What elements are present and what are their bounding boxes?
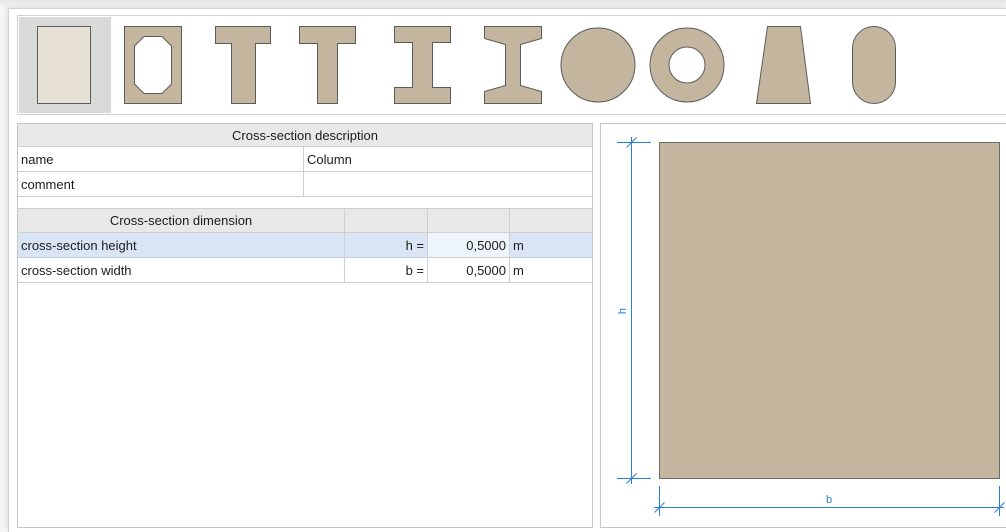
description-header-row: Cross-section description bbox=[18, 124, 592, 147]
width-label: cross-section width bbox=[18, 258, 345, 283]
hollow-box-section-icon bbox=[124, 26, 182, 104]
i-section-tapered-flange-icon bbox=[484, 26, 542, 104]
dimension-header-value-column bbox=[428, 209, 510, 233]
height-symbol: h = bbox=[345, 233, 428, 258]
height-unit: m bbox=[510, 233, 592, 258]
width-dimension: b bbox=[654, 486, 1005, 516]
height-dimension: h bbox=[617, 137, 651, 484]
dimension-header-row: Cross-section dimension bbox=[18, 209, 592, 233]
cross-section-dimension-table: Cross-section dimension cross-section he… bbox=[18, 208, 592, 283]
shape-button-oval[interactable] bbox=[831, 17, 915, 113]
shape-button-circle[interactable] bbox=[556, 17, 640, 113]
description-row-comment[interactable]: comment bbox=[18, 172, 592, 197]
dimension-header-unit-column bbox=[510, 209, 592, 233]
description-row-name[interactable]: name Column bbox=[18, 147, 592, 172]
circle-section-icon bbox=[560, 27, 636, 103]
shape-button-hollow-box[interactable] bbox=[111, 17, 194, 113]
shape-button-ring[interactable] bbox=[645, 17, 729, 113]
section-preview-panel: h b bbox=[600, 123, 1006, 528]
dimension-row-width[interactable]: cross-section width b = 0,5000 m bbox=[18, 258, 592, 283]
dimension-row-height[interactable]: cross-section height h = 0,5000 m bbox=[18, 233, 592, 258]
dimension-header-symbol-column bbox=[345, 209, 428, 233]
i-section-icon bbox=[394, 26, 451, 104]
shape-button-i-section[interactable] bbox=[380, 17, 464, 113]
width-unit: m bbox=[510, 258, 592, 283]
trapezoid-section-icon bbox=[755, 26, 812, 104]
comment-field[interactable] bbox=[304, 172, 592, 197]
height-label: cross-section height bbox=[18, 233, 345, 258]
height-dimension-label: h bbox=[617, 308, 629, 314]
section-preview-drawing: h b bbox=[617, 137, 1005, 516]
rectangle-section-icon bbox=[37, 26, 91, 104]
properties-panel: Cross-section description name Column co… bbox=[17, 123, 593, 528]
width-dimension-label: b bbox=[826, 494, 832, 506]
description-header: Cross-section description bbox=[18, 124, 592, 147]
shape-button-rectangle[interactable] bbox=[19, 17, 111, 113]
height-value-field[interactable]: 0,5000 bbox=[428, 233, 510, 258]
dimension-header: Cross-section dimension bbox=[18, 209, 345, 233]
name-field[interactable]: Column bbox=[304, 147, 592, 172]
cross-section-description-table: Cross-section description name Column co… bbox=[18, 124, 592, 197]
shape-button-i-section-tapered[interactable] bbox=[470, 17, 554, 113]
width-value-field[interactable]: 0,5000 bbox=[428, 258, 510, 283]
comment-label: comment bbox=[18, 172, 304, 197]
t-section-thin-web-icon bbox=[299, 26, 356, 104]
oval-section-icon bbox=[852, 26, 896, 104]
shape-button-t-section-thin-web[interactable] bbox=[285, 17, 369, 113]
section-shape-toolbar bbox=[17, 15, 1006, 115]
width-symbol: b = bbox=[345, 258, 428, 283]
ring-section-icon bbox=[649, 27, 725, 103]
section-shape bbox=[659, 142, 1000, 479]
shape-button-trapezoid[interactable] bbox=[741, 17, 825, 113]
t-section-icon bbox=[215, 26, 271, 104]
shape-button-t-section[interactable] bbox=[200, 17, 284, 113]
name-label: name bbox=[18, 147, 304, 172]
